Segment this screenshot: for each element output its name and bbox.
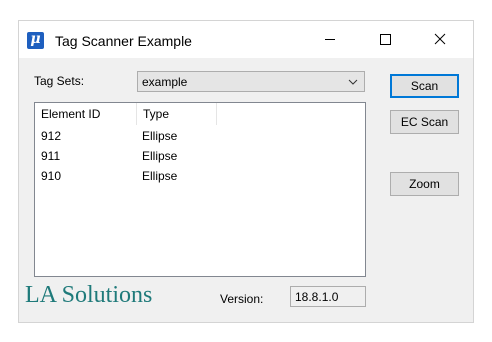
column-header-type[interactable]: Type (137, 103, 217, 125)
minimize-icon (325, 39, 335, 40)
brand-logo-text: LA Solutions (25, 282, 153, 308)
close-icon (434, 33, 446, 45)
element-id-cell: 912 (41, 129, 62, 143)
tag-sets-label: Tag Sets: (34, 74, 85, 88)
tag-sets-selected-value: example (142, 75, 188, 89)
column-header-element-id[interactable]: Element ID (35, 103, 137, 125)
zoom-button[interactable]: Zoom (390, 172, 459, 196)
list-header: Element ID Type (35, 103, 365, 125)
maximize-icon (380, 34, 391, 45)
close-button[interactable] (417, 21, 463, 58)
tag-sets-dropdown[interactable]: example (137, 71, 365, 92)
tag-scanner-window: μ Tag Scanner Example Tag Sets: example … (18, 20, 474, 323)
version-value: 18.8.1.0 (295, 290, 339, 304)
version-label: Version: (220, 292, 264, 306)
scan-button[interactable]: Scan (390, 74, 459, 98)
window-title: Tag Scanner Example (55, 33, 192, 49)
title-bar[interactable]: μ Tag Scanner Example (19, 21, 473, 58)
minimize-button[interactable] (307, 21, 353, 58)
element-id-cell: 910 (41, 169, 62, 183)
chevron-down-icon (348, 79, 358, 85)
type-cell: Ellipse (142, 129, 178, 143)
version-field: 18.8.1.0 (290, 286, 366, 307)
type-cell: Ellipse (142, 149, 178, 163)
element-list[interactable]: Element ID Type 912 Ellipse 911 Ellipse … (34, 102, 366, 277)
list-item[interactable]: 911 Ellipse (35, 146, 365, 166)
list-item[interactable]: 912 Ellipse (35, 126, 365, 146)
maximize-button[interactable] (362, 21, 408, 58)
type-cell: Ellipse (142, 169, 178, 183)
element-id-cell: 911 (41, 149, 61, 163)
ec-scan-button[interactable]: EC Scan (390, 110, 459, 134)
list-item[interactable]: 910 Ellipse (35, 166, 365, 186)
app-mu-icon[interactable]: μ (27, 31, 44, 49)
